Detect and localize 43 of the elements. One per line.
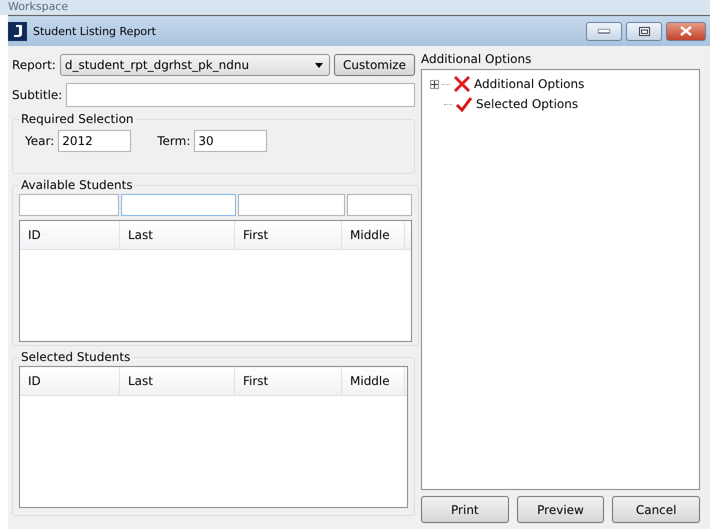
dialog-button[interactable]: Preview (516, 496, 604, 523)
filter-field[interactable] (121, 194, 236, 216)
column-header[interactable]: First (235, 367, 342, 395)
maximize-button[interactable] (626, 22, 662, 40)
filter-field[interactable] (238, 194, 345, 216)
group-title: Selected Students (20, 350, 132, 364)
column-header[interactable]: ID (20, 367, 120, 395)
filter-field[interactable] (19, 194, 119, 216)
minimize-button[interactable] (586, 22, 622, 40)
column-header[interactable]: Middle (342, 221, 405, 249)
year-label: Year: (25, 134, 54, 148)
customize-button[interactable]: Customize (334, 54, 415, 76)
dialog-button[interactable]: Print (421, 496, 509, 523)
group-title: Available Students (20, 178, 134, 192)
group-title: Required Selection (20, 112, 135, 126)
dialog-button[interactable]: Cancel (612, 496, 700, 523)
close-icon (680, 26, 692, 36)
term-field[interactable]: 30 (194, 130, 268, 152)
report-label: Report: (12, 58, 56, 72)
report-dropdown[interactable]: d_student_rpt_dgrhst_pk_ndnu (60, 54, 330, 76)
expand-icon[interactable] (430, 80, 439, 88)
column-header[interactable]: Middle (342, 367, 405, 395)
tree-item[interactable]: Selected Options (476, 97, 578, 111)
cross-icon (453, 76, 471, 92)
app-logo-icon (8, 22, 27, 40)
year-field[interactable]: 2012 (58, 130, 132, 152)
subtitle-label: Subtitle: (12, 88, 62, 102)
column-header[interactable]: Last (120, 367, 235, 395)
workspace-label: Workspace (7, 1, 70, 12)
dropdown-caret-icon (315, 62, 323, 68)
subtitle-field[interactable] (66, 83, 415, 107)
column-header[interactable]: Last (120, 221, 235, 249)
checkmark-icon (455, 96, 473, 112)
maximize-icon (638, 26, 650, 36)
tree-item[interactable]: Additional Options (474, 77, 584, 91)
column-header[interactable]: ID (20, 221, 120, 249)
minimize-icon (598, 28, 610, 34)
term-label: Term: (157, 134, 190, 148)
window-title: Student Listing Report (33, 24, 157, 38)
column-header[interactable]: First (235, 221, 342, 249)
filter-field[interactable] (347, 194, 412, 216)
close-button[interactable] (666, 22, 706, 40)
section-title: Additional Options (421, 52, 532, 68)
